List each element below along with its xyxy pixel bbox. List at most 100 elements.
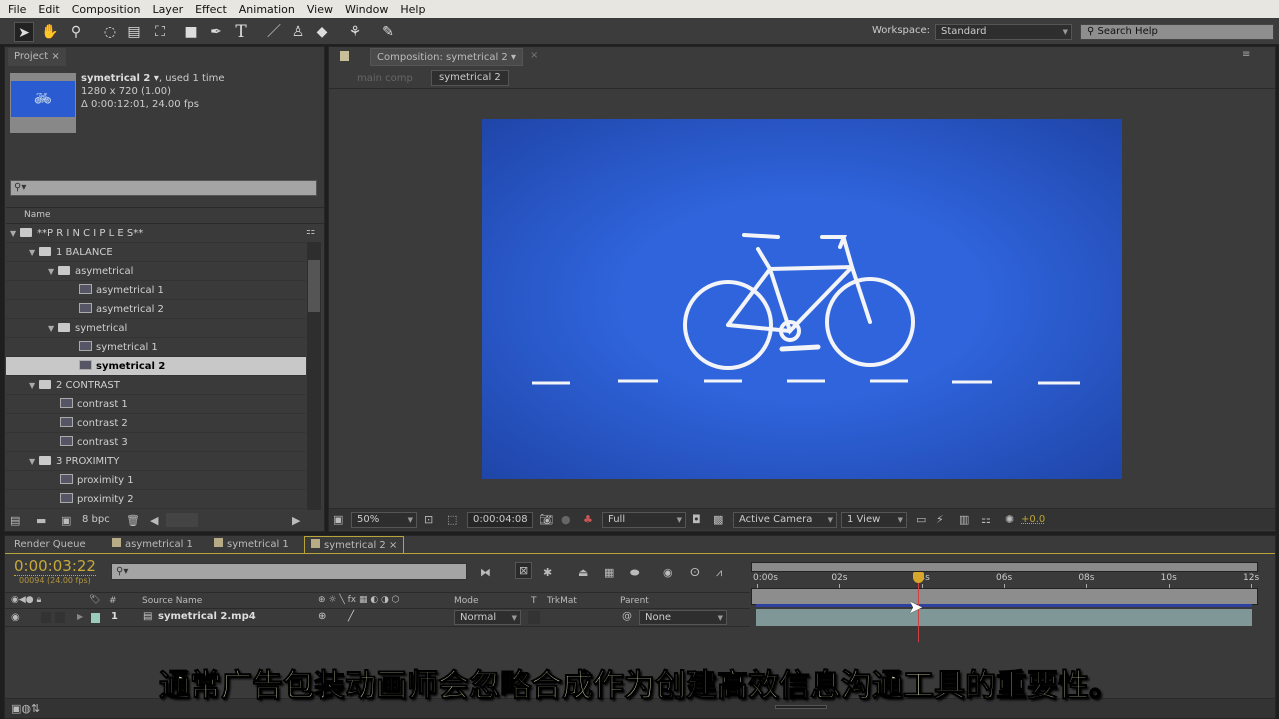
brainstorm-icon[interactable]: ◉ bbox=[663, 566, 673, 579]
t-column[interactable]: T bbox=[531, 596, 537, 606]
menu-layer[interactable]: Layer bbox=[152, 3, 183, 16]
menu-animation[interactable]: Animation bbox=[239, 3, 295, 16]
transparency-grid-icon[interactable]: ⬚ bbox=[447, 513, 457, 526]
tab-symetrical-1[interactable]: symetrical 1 bbox=[208, 536, 295, 554]
work-area-bar[interactable] bbox=[751, 588, 1258, 605]
expand-triangle-icon[interactable]: ▼ bbox=[29, 243, 39, 262]
layer-name[interactable]: symetrical 2.mp4 bbox=[158, 611, 256, 622]
time-navigator[interactable] bbox=[751, 562, 1258, 572]
switches-icons[interactable]: ⊕ ☼ ╲ fx ▦ ◐ ◑ ⬡ bbox=[318, 595, 400, 605]
parent-dropdown[interactable]: None bbox=[639, 610, 727, 625]
hide-shy-layers-icon[interactable]: ⏏ bbox=[578, 566, 588, 579]
tree-item[interactable]: symetrical 1 bbox=[6, 338, 306, 357]
layer-duration-bar[interactable] bbox=[756, 609, 1252, 626]
expand-triangle-icon[interactable]: ▼ bbox=[29, 376, 39, 395]
preserve-transparency-toggle[interactable] bbox=[528, 611, 540, 624]
channel-icon[interactable]: ♣ bbox=[583, 513, 593, 526]
timeline-search-input[interactable]: ⚲▾ bbox=[111, 563, 467, 580]
search-help-input[interactable]: ⚲ Search Help bbox=[1080, 24, 1274, 40]
reset-exposure-icon[interactable]: ✺ bbox=[1005, 513, 1014, 526]
tab-symetrical-2[interactable]: symetrical 2 × bbox=[304, 536, 405, 554]
tree-item[interactable]: contrast 2 bbox=[6, 414, 306, 433]
tab-composition[interactable]: Composition: symetrical 2 ▾ bbox=[370, 48, 523, 66]
trkmat-column[interactable]: TrkMat bbox=[547, 596, 577, 606]
tree-item[interactable]: proximity 2 bbox=[6, 490, 306, 509]
tree-item[interactable]: symetrical 2 bbox=[6, 357, 306, 376]
exposure-value[interactable]: +0.0 bbox=[1021, 514, 1045, 525]
eraser-tool-icon[interactable]: ◆ bbox=[312, 22, 332, 42]
fast-previews-icon[interactable]: ⚡ bbox=[936, 513, 944, 526]
flowchart-icon[interactable]: ⚏ bbox=[306, 226, 315, 237]
new-composition-icon[interactable]: ▣ bbox=[61, 514, 71, 527]
menu-help[interactable]: Help bbox=[400, 3, 425, 16]
roto-brush-tool-icon[interactable]: ⚘ bbox=[345, 22, 365, 42]
brush-tool-icon[interactable]: ／ bbox=[264, 22, 284, 42]
expand-triangle-icon[interactable]: ▼ bbox=[10, 224, 20, 243]
pen-tool-icon[interactable]: ✒ bbox=[206, 22, 226, 42]
snapshot-icon[interactable]: 📷︎ bbox=[539, 513, 553, 526]
expand-triangle-icon[interactable]: ▼ bbox=[48, 319, 58, 338]
graph-editor-icon[interactable]: ⩘ bbox=[716, 566, 722, 580]
pixel-aspect-icon[interactable]: ▭ bbox=[916, 513, 926, 526]
timeline-icon[interactable]: ▥ bbox=[959, 513, 969, 526]
mode-column[interactable]: Mode bbox=[454, 596, 479, 606]
selection-tool-icon[interactable]: ➤ bbox=[14, 22, 34, 42]
clone-stamp-tool-icon[interactable]: ♙ bbox=[288, 22, 308, 42]
live-update-icon[interactable]: ⊠ bbox=[515, 562, 533, 579]
name-column-header[interactable]: Name bbox=[6, 207, 324, 224]
project-scrollbar[interactable] bbox=[307, 242, 321, 510]
tree-item[interactable]: asymetrical 1 bbox=[6, 281, 306, 300]
tree-item[interactable]: contrast 3 bbox=[6, 433, 306, 452]
menu-composition[interactable]: Composition bbox=[72, 3, 141, 16]
number-column[interactable]: # bbox=[109, 596, 117, 606]
tree-item[interactable]: asymetrical 2 bbox=[6, 300, 306, 319]
tree-item[interactable]: ▼ 2 CONTRAST bbox=[6, 376, 306, 395]
current-time-field[interactable]: 0:00:04:08 bbox=[467, 512, 533, 528]
panel-menu-icon[interactable]: ≡ bbox=[1242, 49, 1250, 60]
tree-item[interactable]: ▼ **P R I N C I P L E S** bbox=[6, 224, 306, 243]
camera-dropdown[interactable]: Active Camera bbox=[733, 512, 837, 528]
project-search-input[interactable]: ⚲▾ bbox=[10, 180, 317, 196]
av-features-icons[interactable]: ◉◀● 🔒︎ bbox=[11, 595, 41, 605]
composition-canvas[interactable] bbox=[482, 119, 1122, 479]
expand-triangle-icon[interactable]: ▼ bbox=[48, 262, 58, 281]
interpret-footage-icon[interactable]: ▤ bbox=[10, 514, 20, 527]
lock-toggle[interactable] bbox=[55, 612, 65, 623]
text-tool-icon[interactable]: T bbox=[231, 22, 251, 42]
mode-dropdown[interactable]: Normal bbox=[454, 610, 521, 625]
tree-item[interactable]: ▼ 1 BALANCE bbox=[6, 243, 306, 262]
solo-toggle[interactable] bbox=[41, 612, 51, 623]
tab-project[interactable]: Project × bbox=[8, 48, 66, 66]
rectangle-tool-icon[interactable]: ■ bbox=[181, 22, 201, 42]
current-time-display[interactable]: 0:00:03:22 bbox=[14, 557, 96, 576]
tree-item[interactable]: ▼ symetrical bbox=[6, 319, 306, 338]
draft-3d-icon[interactable]: ✱ bbox=[543, 566, 552, 579]
layer-row[interactable]: ◉ ▶ 1 ▤ symetrical 2.mp4 ⊕ ╱ Normal @ No… bbox=[5, 609, 750, 627]
tab-asymetrical-1[interactable]: asymetrical 1 bbox=[106, 536, 199, 554]
magnification-dropdown[interactable]: 50% bbox=[351, 512, 417, 528]
pick-whip-icon[interactable]: @ bbox=[622, 611, 632, 622]
fast-preview-icon[interactable]: ◘ bbox=[692, 513, 701, 526]
hand-tool-icon[interactable]: ✋ bbox=[40, 22, 60, 42]
menu-file[interactable]: File bbox=[8, 3, 26, 16]
shy-switch-icon[interactable]: ⊕ bbox=[318, 611, 326, 622]
toggle-transparency-grid-icon[interactable]: ▩ bbox=[713, 513, 723, 526]
trash-icon[interactable]: 🗑︎ bbox=[126, 514, 140, 527]
resolution-dropdown[interactable]: Full bbox=[602, 512, 686, 528]
menu-window[interactable]: Window bbox=[345, 3, 388, 16]
pan-behind-tool-icon[interactable]: ⛶ bbox=[150, 22, 170, 42]
close-icon[interactable]: × bbox=[530, 50, 538, 61]
show-snapshot-icon[interactable]: ● bbox=[561, 513, 571, 526]
view-layout-dropdown[interactable]: 1 View bbox=[841, 512, 907, 528]
expand-triangle-icon[interactable]: ▼ bbox=[29, 452, 39, 471]
always-preview-icon[interactable]: ▣ bbox=[333, 513, 343, 526]
parent-column[interactable]: Parent bbox=[620, 596, 649, 606]
camera-tool-icon[interactable]: ▤ bbox=[124, 22, 144, 42]
frame-blending-icon[interactable]: ▦ bbox=[604, 566, 614, 579]
tree-item[interactable]: ▼ asymetrical bbox=[6, 262, 306, 281]
breadcrumb-symetrical-2[interactable]: symetrical 2 bbox=[431, 70, 509, 86]
scroll-right-icon[interactable]: ▶ bbox=[292, 514, 300, 527]
new-folder-icon[interactable]: ▬ bbox=[36, 514, 46, 527]
menu-edit[interactable]: Edit bbox=[38, 3, 59, 16]
quality-switch-icon[interactable]: ╱ bbox=[348, 611, 354, 622]
